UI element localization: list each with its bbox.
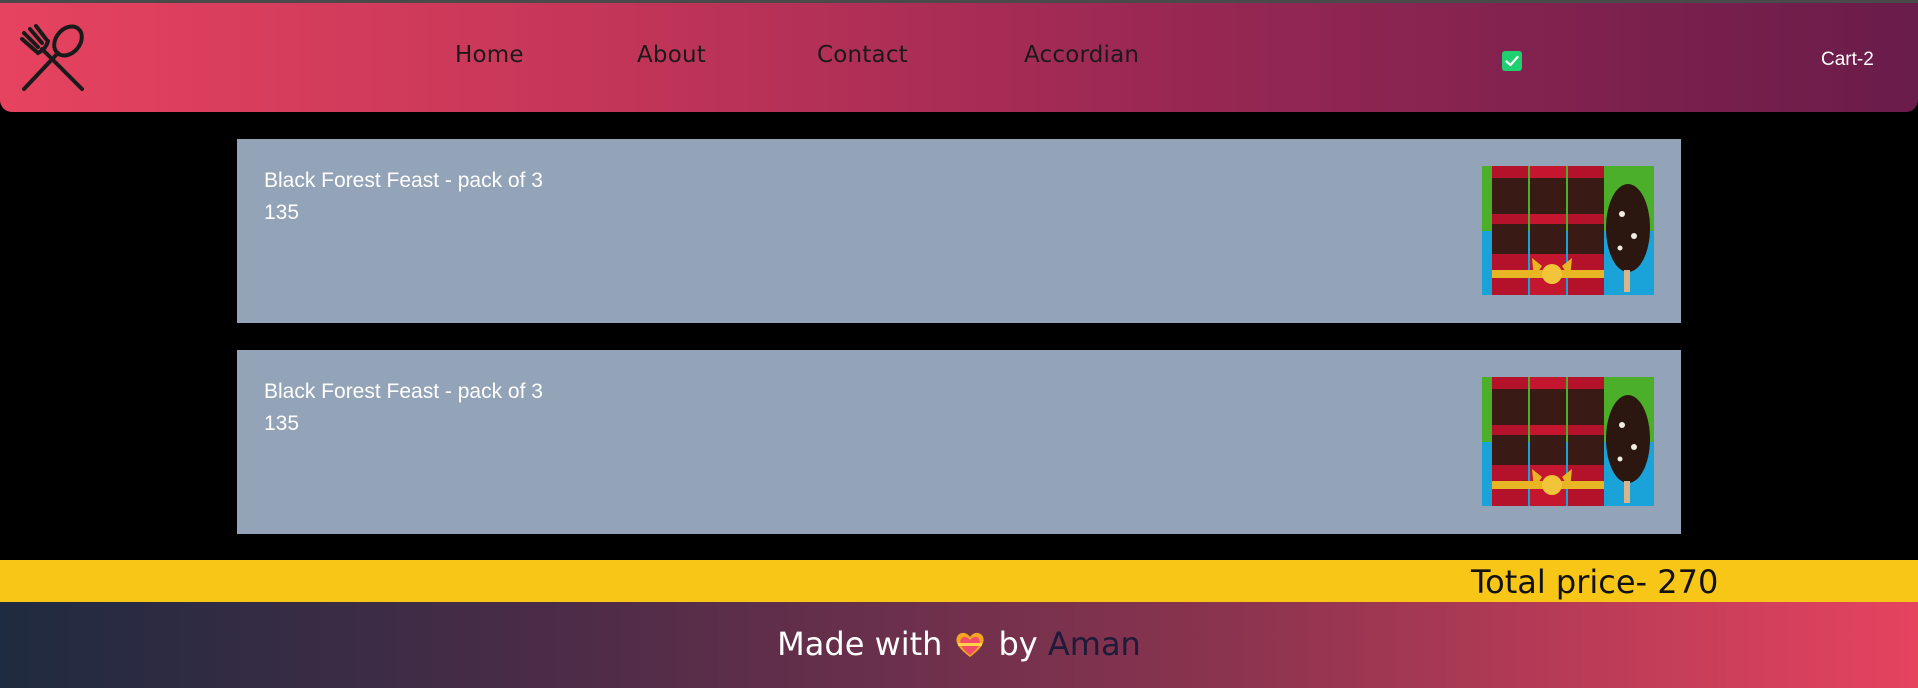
- nav-link-home[interactable]: Home: [455, 42, 524, 68]
- item-price: 135: [264, 412, 300, 435]
- cart-link[interactable]: Cart-2: [1821, 49, 1874, 71]
- footer-prefix: Made with: [777, 625, 943, 663]
- product-image: [1482, 166, 1654, 295]
- footer-author: Aman: [1047, 625, 1141, 663]
- navbar: Home About Contact Accordian Cart-2: [0, 3, 1918, 112]
- fork-spoon-icon[interactable]: [16, 23, 90, 97]
- item-price: 135: [264, 201, 300, 224]
- theme-checkbox[interactable]: [1502, 51, 1522, 71]
- product-image: [1482, 377, 1654, 506]
- item-name: Black Forest Feast - pack of 3: [264, 380, 543, 403]
- footer-credit: Made with by Aman: [0, 625, 1918, 663]
- cart-item-card: Black Forest Feast - pack of 3 135: [237, 350, 1681, 534]
- nav-link-about[interactable]: About: [637, 42, 706, 68]
- checkmark-icon: [1505, 55, 1519, 67]
- cart-item-card: Black Forest Feast - pack of 3 135: [237, 139, 1681, 323]
- footer: Made with by Aman: [0, 602, 1918, 688]
- heart-icon: [954, 629, 986, 657]
- footer-by: by: [998, 625, 1038, 663]
- total-price-bar: Total price- 270: [0, 560, 1918, 602]
- nav-link-accordian[interactable]: Accordian: [1024, 42, 1139, 68]
- nav-link-contact[interactable]: Contact: [817, 42, 908, 68]
- item-name: Black Forest Feast - pack of 3: [264, 169, 543, 192]
- total-price: Total price- 270: [1471, 563, 1719, 601]
